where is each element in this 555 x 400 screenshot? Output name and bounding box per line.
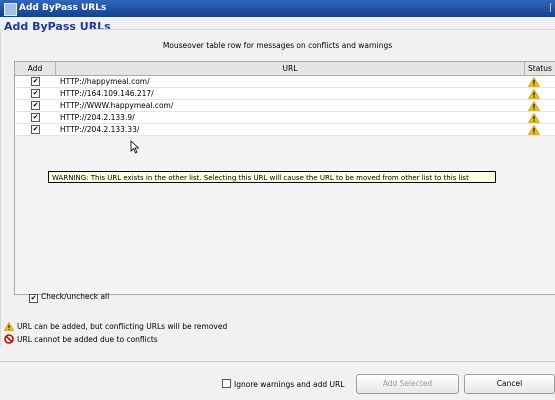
column-header-status[interactable]: Status bbox=[525, 62, 555, 75]
table-row[interactable]: ✔ HTTP://204.2.133.33/ bbox=[15, 124, 555, 136]
row-add-checkbox[interactable]: ✔ bbox=[31, 125, 40, 134]
legend-error-text: URL cannot be added due to conflicts bbox=[17, 335, 158, 344]
row-url: HTTP://204.2.133.9/ bbox=[60, 113, 135, 122]
window-control-mark[interactable]: | bbox=[549, 3, 552, 13]
add-selected-button[interactable]: Add Selected bbox=[356, 374, 459, 394]
group-border-left bbox=[0, 29, 1, 346]
table-row[interactable]: ✔ HTTP://164.109.146.217/ bbox=[15, 88, 555, 100]
row-add-checkbox[interactable]: ✔ bbox=[31, 101, 40, 110]
footer-divider bbox=[0, 361, 555, 362]
row-url: HTTP://WWW.happymeal.com/ bbox=[60, 101, 174, 110]
check-all-toggle[interactable]: ✔ Check/uncheck all bbox=[29, 292, 109, 303]
legend-warning-text: URL can be added, but conflicting URLs w… bbox=[17, 322, 228, 331]
window-title: Add ByPass URLs bbox=[19, 3, 107, 13]
row-url: HTTP://164.109.146.217/ bbox=[60, 89, 154, 98]
row-add-checkbox[interactable]: ✔ bbox=[31, 89, 40, 98]
footer-bar: Ignore warnings and add URL Add Selected… bbox=[0, 373, 555, 395]
mouse-cursor-icon bbox=[130, 140, 140, 154]
row-add-checkbox[interactable]: ✔ bbox=[31, 113, 40, 122]
group-title: Add ByPass URLs bbox=[4, 20, 111, 33]
ignore-warnings-label: Ignore warnings and add URL bbox=[234, 380, 345, 389]
check-all-checkbox[interactable]: ✔ bbox=[29, 294, 38, 303]
ignore-warnings-option[interactable]: Ignore warnings and add URL bbox=[222, 379, 344, 389]
row-url: HTTP://204.2.133.33/ bbox=[60, 125, 140, 134]
row-url: HTTP://happymeal.com/ bbox=[60, 77, 150, 86]
legend-error: URL cannot be added due to conflicts bbox=[4, 334, 158, 344]
prohibited-icon bbox=[4, 334, 14, 344]
warning-icon bbox=[528, 125, 540, 135]
conflict-tooltip: WARNING: This URL exists in the other li… bbox=[48, 171, 496, 183]
row-add-checkbox[interactable]: ✔ bbox=[31, 77, 40, 86]
column-header-url[interactable]: URL bbox=[56, 62, 525, 75]
window-titlebar[interactable]: Add ByPass URLs | bbox=[0, 0, 555, 17]
warning-icon bbox=[4, 322, 14, 331]
warning-icon bbox=[528, 89, 540, 99]
table-hint: Mouseover table row for messages on conf… bbox=[162, 41, 393, 50]
ignore-warnings-checkbox[interactable] bbox=[222, 379, 231, 388]
cancel-button[interactable]: Cancel bbox=[464, 374, 555, 394]
table-row[interactable]: ✔ HTTP://204.2.133.9/ bbox=[15, 112, 555, 124]
check-all-label: Check/uncheck all bbox=[41, 292, 110, 301]
warning-icon bbox=[528, 113, 540, 123]
legend-warning: URL can be added, but conflicting URLs w… bbox=[4, 322, 227, 331]
warning-icon bbox=[528, 101, 540, 111]
group-border-top bbox=[88, 29, 555, 30]
table-row[interactable]: ✔ HTTP://happymeal.com/ bbox=[15, 76, 555, 88]
app-icon bbox=[4, 3, 17, 16]
table-header: Add URL Status bbox=[15, 62, 555, 76]
column-header-add[interactable]: Add bbox=[15, 62, 56, 75]
table-row[interactable]: ✔ HTTP://WWW.happymeal.com/ bbox=[15, 100, 555, 112]
warning-icon bbox=[528, 77, 540, 87]
dialog-body: Add ByPass URLs Mouseover table row for … bbox=[0, 17, 555, 400]
table-rows: ✔ HTTP://happymeal.com/ ✔ HTTP://164.109.14… bbox=[15, 76, 555, 136]
